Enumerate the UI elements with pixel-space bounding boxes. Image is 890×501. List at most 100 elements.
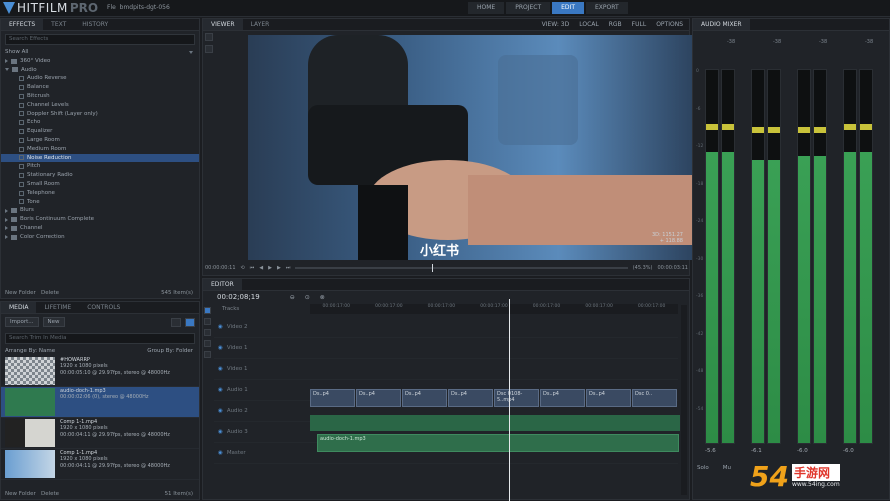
- channel-select[interactable]: RGB: [609, 19, 622, 30]
- visibility-icon[interactable]: ◉: [218, 324, 223, 330]
- effect-item[interactable]: Noise Reduction: [1, 153, 199, 163]
- visibility-icon[interactable]: ◉: [218, 366, 223, 372]
- tab-media[interactable]: MEDIA: [1, 302, 37, 313]
- solo-button[interactable]: Solo: [697, 465, 709, 471]
- tab-audio-mixer[interactable]: AUDIO MIXER: [693, 19, 750, 30]
- new-folder-button[interactable]: New Folder: [5, 290, 36, 296]
- effect-item[interactable]: Small Room: [1, 180, 199, 189]
- effect-folder[interactable]: Color Correction: [1, 233, 199, 242]
- play-icon[interactable]: ▶: [268, 265, 272, 271]
- effect-item[interactable]: Balance: [1, 83, 199, 92]
- tab-layer[interactable]: LAYER: [243, 19, 278, 30]
- visibility-icon[interactable]: ◉: [218, 429, 223, 435]
- track-header[interactable]: ◉ Video 1: [214, 338, 678, 359]
- tab-text[interactable]: TEXT: [43, 19, 74, 30]
- skip-end-icon[interactable]: ⏭: [286, 265, 291, 271]
- viewer-options-menu[interactable]: OPTIONS: [656, 19, 683, 30]
- chevron-right-icon[interactable]: [5, 208, 8, 213]
- step-forward-icon[interactable]: ▶: [277, 265, 281, 271]
- effect-item[interactable]: Stationary Radio: [1, 171, 199, 180]
- rate-stretch-tool-icon[interactable]: [204, 351, 211, 358]
- tab-history[interactable]: HISTORY: [74, 19, 116, 30]
- effect-folder[interactable]: Audio: [1, 66, 199, 75]
- grid-view-icon[interactable]: [185, 317, 195, 327]
- effect-item[interactable]: Tone: [1, 198, 199, 207]
- tab-controls[interactable]: CONTROLS: [79, 302, 128, 313]
- list-view-icon[interactable]: [171, 317, 181, 327]
- effect-item[interactable]: Equalizer: [1, 127, 199, 136]
- tab-project[interactable]: PROJECT: [506, 2, 551, 14]
- quality-select[interactable]: FULL: [632, 19, 647, 30]
- effect-item[interactable]: Pitch: [1, 162, 199, 171]
- mute-button[interactable]: Mu: [723, 465, 731, 471]
- editor-scrollbar[interactable]: [681, 305, 687, 495]
- media-item[interactable]: Comp 1-1.mp4 1920 x 1080 pixels 00:00:04:1…: [1, 418, 199, 449]
- skip-start-icon[interactable]: ⏮: [250, 265, 255, 271]
- effect-item[interactable]: Medium Room: [1, 145, 199, 154]
- chevron-right-icon[interactable]: [5, 235, 8, 240]
- effect-folder[interactable]: Boris Continuum Complete: [1, 215, 199, 224]
- new-button[interactable]: New: [42, 317, 65, 327]
- effect-folder[interactable]: Blurs: [1, 206, 199, 215]
- selection-tool-icon[interactable]: [204, 307, 211, 314]
- file-menu[interactable]: Fle: [107, 4, 116, 11]
- track-header[interactable]: ◉ Video 2: [214, 317, 678, 338]
- step-back-icon[interactable]: ◀: [259, 265, 263, 271]
- video-clip[interactable]: Ds..p4: [356, 389, 401, 407]
- slice-tool-icon[interactable]: [204, 318, 211, 325]
- group-by-select[interactable]: Group By: Folder: [147, 347, 193, 356]
- video-clip[interactable]: Ds..p4: [586, 389, 631, 407]
- video-clip[interactable]: Dsc 0..: [632, 389, 677, 407]
- link-icon[interactable]: ⊗: [320, 294, 325, 301]
- effect-item[interactable]: Echo: [1, 118, 199, 127]
- effect-item[interactable]: Doppler Shift (Layer only): [1, 110, 199, 119]
- show-filter[interactable]: Show All: [1, 48, 199, 57]
- chevron-right-icon[interactable]: [5, 217, 8, 222]
- video-clip[interactable]: Ds..p4: [310, 389, 355, 407]
- video-clip[interactable]: Ds..p4: [402, 389, 447, 407]
- visibility-icon[interactable]: ◉: [218, 345, 223, 351]
- effects-search-input[interactable]: Search Effects: [5, 34, 195, 45]
- audio-clip[interactable]: audio-doch-1.mp3: [317, 434, 679, 452]
- playhead[interactable]: [509, 299, 510, 501]
- roll-tool-icon[interactable]: [204, 340, 211, 347]
- view-mode-select[interactable]: VIEW: 3D: [542, 19, 570, 30]
- track-header[interactable]: ◉ Video 1: [214, 359, 678, 380]
- media-item[interactable]: audio-doch-1.mp3 00:00:02:06 (0), stereo …: [1, 386, 199, 418]
- visibility-icon[interactable]: ◉: [218, 408, 223, 414]
- ripple-icon[interactable]: ⊙: [305, 294, 310, 301]
- select-tool-icon[interactable]: [205, 33, 213, 41]
- snap-icon[interactable]: ⊖: [290, 294, 295, 301]
- media-item[interactable]: #HOWARRP 1920 x 1080 pixels 00:00:05:10 @ …: [1, 356, 199, 387]
- effect-item[interactable]: Telephone: [1, 189, 199, 198]
- video-clip[interactable]: Dsc 0108-5..mp4: [494, 389, 539, 407]
- media-delete-button[interactable]: Delete: [41, 491, 59, 497]
- effect-item[interactable]: Audio Reverse: [1, 74, 199, 83]
- effect-item[interactable]: Large Room: [1, 136, 199, 145]
- visibility-icon[interactable]: ◉: [218, 450, 223, 456]
- effect-item[interactable]: Bitcrush: [1, 92, 199, 101]
- media-search-input[interactable]: Search Trim In Media: [5, 333, 195, 344]
- timeline-ruler[interactable]: 00:00:17:00 00:00:17:00 00:00:17:00 00:00:1…: [310, 304, 678, 314]
- tab-effects[interactable]: EFFECTS: [1, 19, 44, 30]
- viewer-frame[interactable]: 小红书: [248, 35, 692, 260]
- tab-editor[interactable]: EDITOR: [203, 279, 242, 290]
- arrange-by-select[interactable]: Arrange By: Name: [5, 347, 55, 356]
- hand-tool-icon[interactable]: [205, 45, 213, 53]
- effect-folder[interactable]: 360° Video: [1, 57, 199, 66]
- space-select[interactable]: LOCAL: [579, 19, 599, 30]
- media-item[interactable]: Comp 1-1.mp4 1920 x 1080 pixels 00:00:04:1…: [1, 449, 199, 480]
- loop-icon[interactable]: ⟲: [241, 265, 245, 271]
- import-button[interactable]: Import...: [5, 317, 39, 327]
- video-clip[interactable]: Ds..p4: [448, 389, 493, 407]
- tab-lifetime[interactable]: LIFETIME: [36, 302, 79, 313]
- media-new-folder-button[interactable]: New Folder: [5, 491, 36, 497]
- tab-export[interactable]: EXPORT: [586, 2, 628, 14]
- video-clip[interactable]: Ds..p4: [540, 389, 585, 407]
- viewer-scrubber[interactable]: [295, 264, 628, 272]
- effect-item[interactable]: Channel Levels: [1, 101, 199, 110]
- tab-viewer[interactable]: VIEWER: [203, 19, 243, 30]
- slip-tool-icon[interactable]: [204, 329, 211, 336]
- visibility-icon[interactable]: ◉: [218, 387, 223, 393]
- chevron-right-icon[interactable]: [5, 226, 8, 231]
